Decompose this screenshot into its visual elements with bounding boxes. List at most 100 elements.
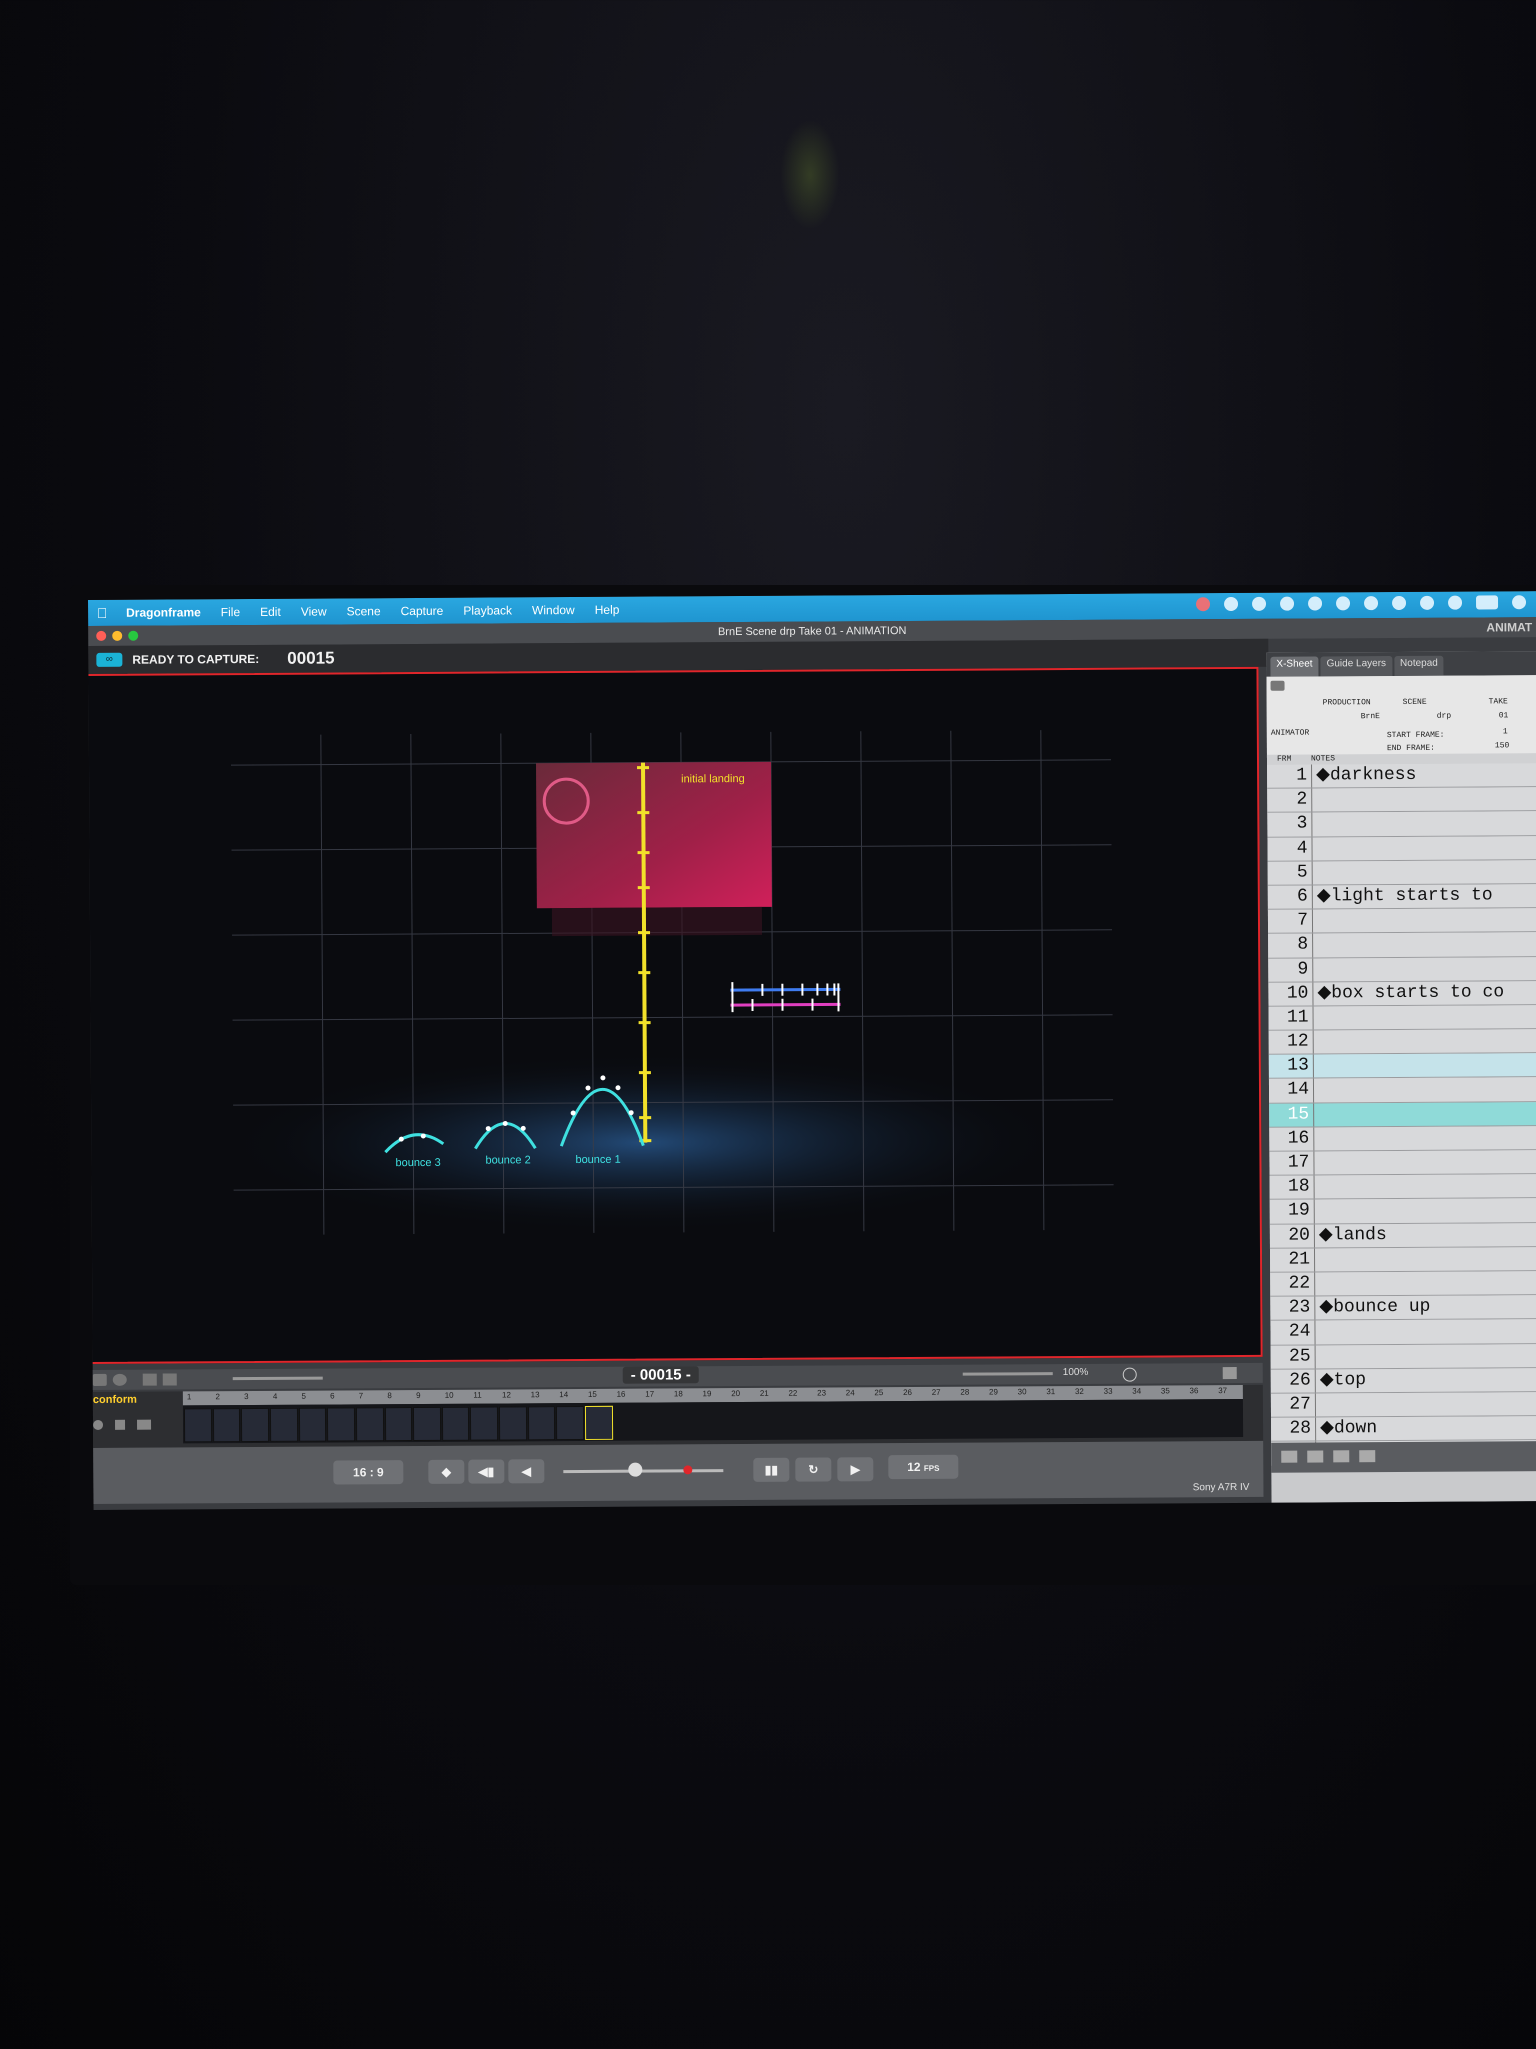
print-icon[interactable] [1270,680,1285,691]
xsheet-row[interactable]: 17 [1269,1150,1536,1176]
ruler-frame-number[interactable]: 31 [1046,1387,1055,1396]
frame-thumbnail[interactable] [470,1406,499,1441]
ruler-frame-number[interactable]: 18 [674,1389,683,1398]
xsheet-row[interactable]: 26 ◆top [1270,1367,1536,1394]
xsheet-note[interactable] [1315,1272,1319,1295]
bluetooth-icon[interactable] [1419,595,1435,610]
xsheet-row[interactable]: 16 [1269,1125,1536,1152]
xsheet-row[interactable]: 22 [1270,1271,1536,1297]
ruler-frame-number[interactable]: 27 [932,1388,941,1397]
fps-display[interactable]: 12 FPS [888,1454,959,1480]
ruler-frame-number[interactable]: 33 [1104,1387,1113,1396]
keyframe-button[interactable]: ◆ [428,1459,465,1484]
menu-playback[interactable]: Playback [453,603,522,617]
frame-thumbnail[interactable] [527,1406,556,1441]
xsheet-note[interactable] [1316,1393,1320,1416]
frame-thumbnail[interactable] [212,1408,241,1443]
play-back-button[interactable]: ◀ [508,1459,545,1484]
xsheet-row[interactable]: 8 [1268,932,1536,959]
dropbox-icon[interactable] [1224,596,1239,612]
menu-file[interactable]: File [211,605,250,619]
xsheet-note[interactable] [1315,1200,1319,1223]
menu-scene[interactable]: Scene [337,604,391,618]
short-play-button[interactable]: ▮▮ [753,1457,790,1482]
xsheet-note[interactable]: ◆box starts to co [1313,981,1504,1005]
xsheet-note[interactable] [1314,1006,1318,1029]
ruler-frame-number[interactable]: 6 [330,1392,335,1401]
play-status-icon[interactable] [1336,596,1351,611]
xsheet-note[interactable] [1314,1103,1318,1126]
ruler-frame-number[interactable]: 11 [473,1391,481,1400]
tab-notepad[interactable]: Notepad [1393,655,1444,677]
current-frame-thumbnail[interactable] [585,1405,613,1440]
visibility-icon[interactable] [93,1419,104,1430]
camera-icon[interactable] [137,1419,152,1430]
ruler-frame-number[interactable]: 29 [989,1387,998,1396]
ruler-frame-number[interactable]: 22 [788,1389,797,1398]
xsheet-note[interactable] [1312,789,1316,812]
audio-icon[interactable] [1222,1366,1237,1380]
ruler-frame-number[interactable]: 34 [1132,1387,1141,1396]
xsheet-row[interactable]: 18 [1269,1174,1536,1201]
xsheet-row[interactable]: 14 [1268,1077,1536,1104]
zoom-window-button[interactable] [128,630,139,641]
xsheet-row[interactable]: 1 ◆darkness [1267,763,1536,789]
menu-dragonframe[interactable]: Dragonframe [116,605,211,620]
ruler-frame-number[interactable]: 37 [1218,1386,1227,1395]
clock-icon[interactable] [1447,595,1463,610]
tab-guide-layers[interactable]: Guide Layers [1320,656,1393,677]
xsheet-note[interactable] [1314,1079,1318,1102]
battery-icon[interactable] [1475,595,1499,610]
frame-thumbnail[interactable] [298,1407,327,1442]
xsheet-row[interactable]: 6 ◆light starts to [1267,884,1536,910]
timeline-frame-counter[interactable]: - 00015 - [622,1366,699,1384]
xsheet-row[interactable]: 2 [1267,787,1536,814]
xsheet-row[interactable]: 7 [1267,908,1536,935]
ruler-frame-number[interactable]: 25 [874,1388,883,1397]
opacity-slider[interactable] [232,1376,323,1381]
xsheet-row[interactable]: 28 ◆down [1271,1416,1536,1443]
xsheet-note[interactable] [1313,861,1317,884]
frame-thumbnails[interactable] [182,1398,1244,1444]
ruler-frame-number[interactable]: 24 [846,1388,855,1397]
frame-thumbnail[interactable] [499,1406,527,1441]
tab-xsheet[interactable]: X-Sheet [1270,656,1319,677]
xsheet-note[interactable] [1313,910,1317,933]
xsheet-row[interactable]: 5 [1267,859,1536,886]
menu-capture[interactable]: Capture [391,604,454,618]
ruler-frame-number[interactable]: 1 [187,1392,192,1401]
ruler-frame-number[interactable]: 32 [1075,1387,1084,1396]
ruler-frame-number[interactable]: 19 [703,1389,712,1398]
xsheet-note[interactable] [1312,813,1316,836]
ruler-frame-number[interactable]: 15 [588,1390,597,1399]
xsheet-row[interactable]: 10 ◆box starts to co [1268,980,1536,1007]
ruler-frame-number[interactable]: 20 [731,1389,740,1398]
xsheet-row[interactable]: 27 [1270,1391,1536,1418]
ruler-frame-number[interactable]: 13 [531,1390,540,1399]
xsheet-row[interactable]: 11 [1268,1004,1536,1031]
xsheet-note[interactable] [1312,837,1316,860]
xsheet-row[interactable]: 9 [1268,956,1536,983]
xsheet-row[interactable]: 24 [1270,1319,1536,1346]
ruler-frame-number[interactable]: 3 [244,1392,249,1401]
xsheet-note[interactable] [1314,1127,1318,1150]
play-forward-button[interactable]: ▶ [837,1457,874,1482]
frame-thumbnail[interactable] [355,1407,384,1442]
apple-icon[interactable]:  [88,605,116,621]
xsheet-export-icon[interactable] [1333,1450,1350,1463]
xsheet-row[interactable]: 25 [1270,1343,1536,1370]
live-view-icon[interactable]: ∞ [96,652,123,667]
frame-thumbnail[interactable] [269,1407,298,1442]
frame-thumbnail[interactable] [413,1406,441,1442]
notification-icon[interactable] [1280,596,1295,611]
ruler-frame-number[interactable]: 8 [387,1391,392,1400]
record-status-icon[interactable] [1196,597,1211,612]
view-mode-icon[interactable] [142,1373,157,1386]
menu-help[interactable]: Help [585,603,630,617]
close-window-button[interactable] [96,630,107,641]
xsheet-note[interactable]: ◆light starts to [1313,884,1493,908]
ruler-frame-number[interactable]: 35 [1161,1386,1170,1395]
minimize-window-button[interactable] [112,630,123,641]
xsheet-note[interactable] [1315,1176,1319,1199]
step-back-button[interactable]: ◀▮ [468,1459,505,1484]
